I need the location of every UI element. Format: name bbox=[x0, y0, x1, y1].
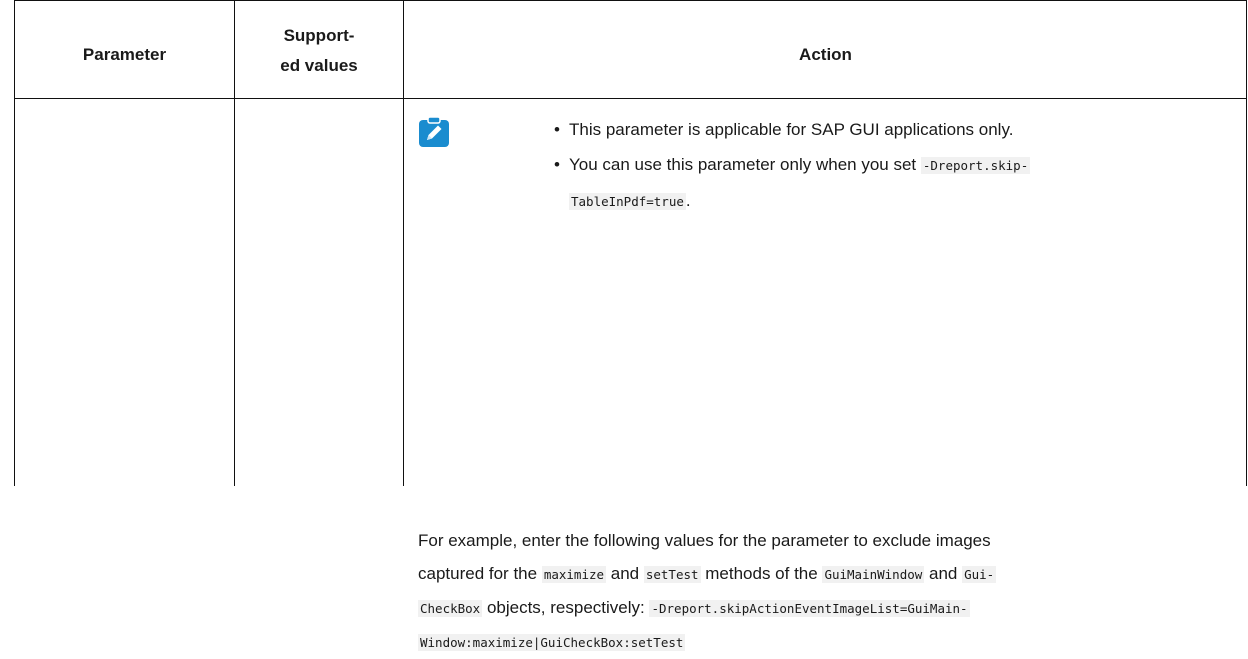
code-snippet: setTest bbox=[643, 566, 701, 583]
code-snippet: -Dreport.skipActionEventImageList=GuiMai… bbox=[649, 600, 970, 617]
header-action: Action bbox=[799, 45, 852, 64]
header-divider bbox=[15, 98, 1246, 99]
parameter-table: Parameter Support- ed values Action bbox=[14, 0, 1247, 486]
note-pencil-icon bbox=[419, 116, 449, 147]
header-supported-values-line1: Support- bbox=[283, 26, 355, 45]
example-paragraph: For example, enter the following values … bbox=[418, 531, 997, 651]
header-parameter: Parameter bbox=[82, 45, 167, 64]
header-supported-values-line2: ed values bbox=[280, 56, 358, 75]
code-snippet: maximize bbox=[541, 566, 607, 583]
note-item: You can use this parameter only when you… bbox=[554, 147, 1244, 219]
header-supported-values: Support- ed values bbox=[235, 21, 403, 81]
note-list: This parameter is applicable for SAP GUI… bbox=[554, 112, 1244, 219]
code-snippet: TableInPdf=true bbox=[569, 193, 686, 210]
note-item: This parameter is applicable for SAP GUI… bbox=[554, 112, 1244, 147]
column-divider bbox=[403, 1, 404, 486]
code-snippet: CheckBox bbox=[418, 600, 483, 617]
code-snippet: Gui- bbox=[962, 566, 997, 583]
code-snippet: Window:maximize|GuiCheckBox:setTest bbox=[418, 634, 686, 651]
code-snippet: -Dreport.skip- bbox=[920, 157, 1031, 174]
code-snippet: GuiMainWindow bbox=[822, 566, 925, 583]
